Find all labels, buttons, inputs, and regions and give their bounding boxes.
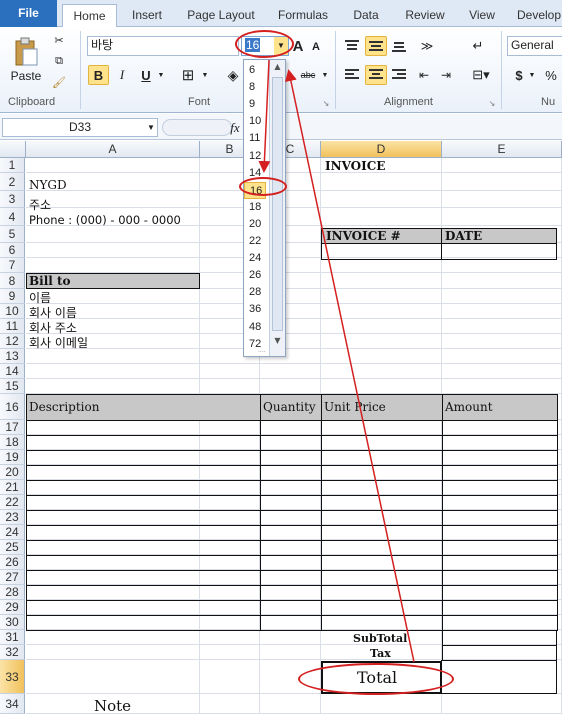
arrow-from-total: [284, 69, 415, 663]
annotation-arrows: [258, 59, 415, 663]
arrow-to-16: [258, 59, 271, 173]
